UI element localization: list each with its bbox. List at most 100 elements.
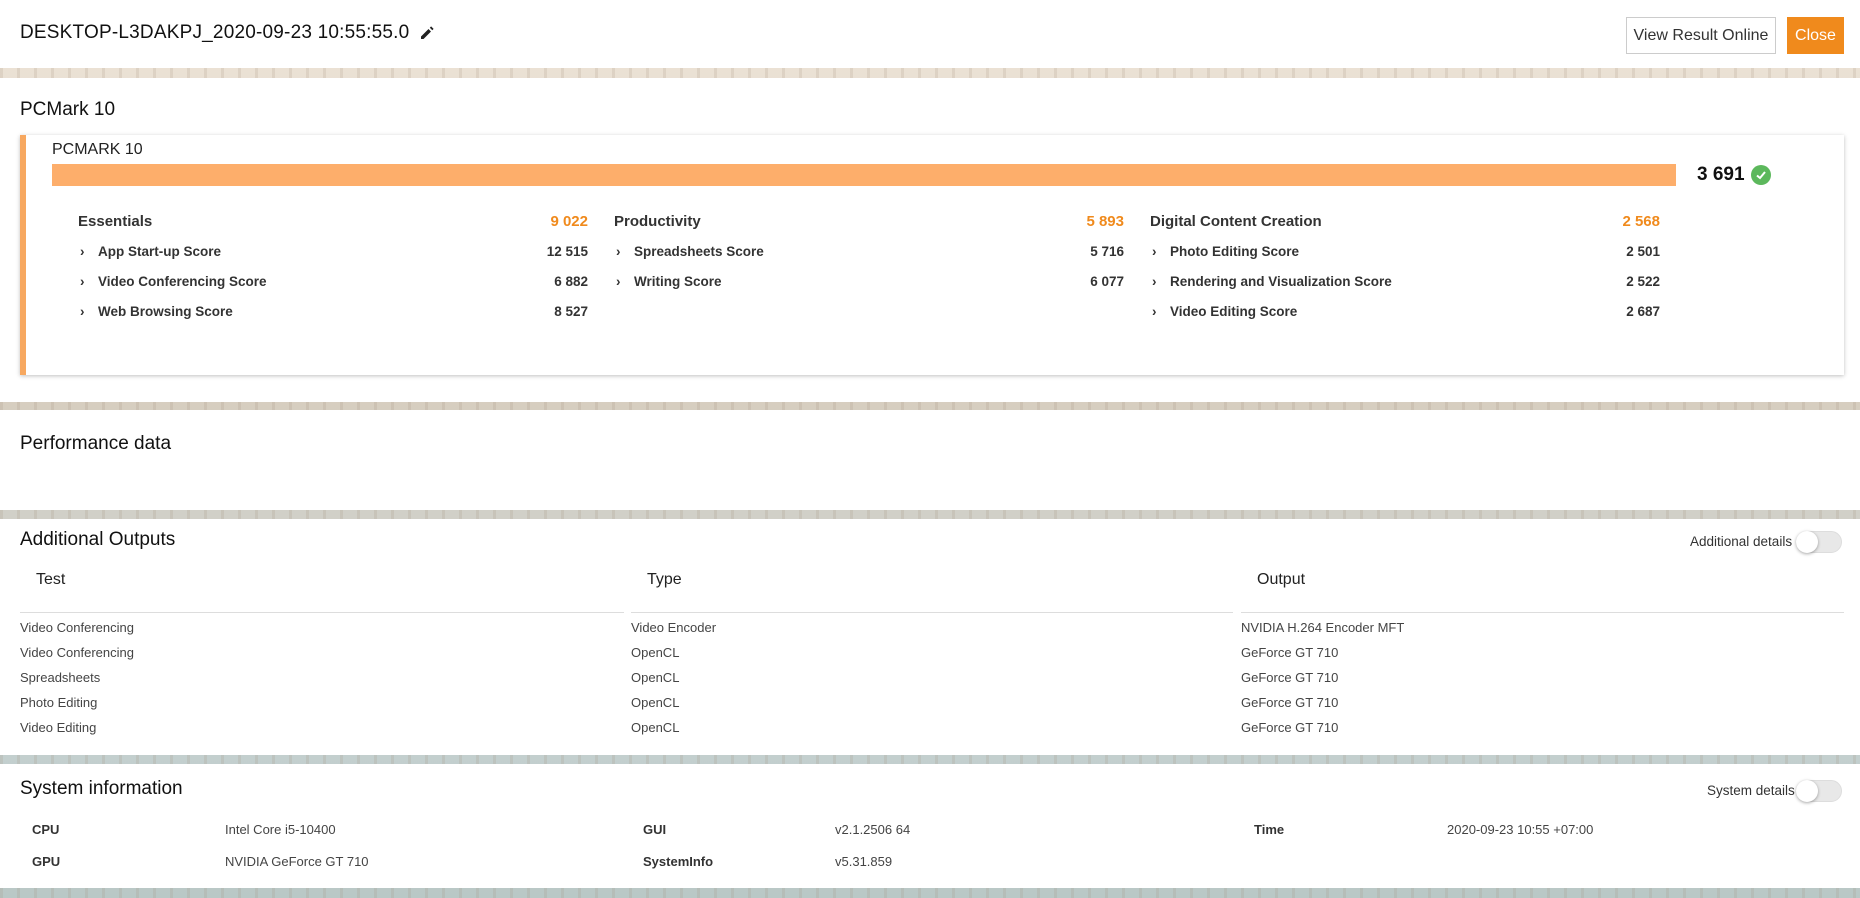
test-row[interactable]: › Photo Editing Score 2 501 — [1150, 237, 1660, 267]
table-row: Video Conferencing Video Encoder NVIDIA H.… — [20, 620, 1840, 645]
chevron-right-icon: › — [616, 274, 621, 289]
benchmark-name: PCMARK 10 — [52, 141, 143, 158]
cell-test: Photo Editing — [20, 695, 98, 710]
test-row[interactable]: › Web Browsing Score 8 527 — [78, 297, 588, 327]
info-gpu: GPU NVIDIA GeForce GT 710 — [32, 854, 592, 872]
info-time: Time 2020-09-23 10:55 +07:00 — [1254, 822, 1814, 840]
section-title: Performance data — [20, 433, 172, 454]
test-label: Video Conferencing Score — [98, 274, 267, 289]
cell-test: Video Editing — [20, 720, 97, 735]
group-essentials: Essentials 9 022 › App Start-up Score 12 5… — [78, 213, 588, 327]
table-row: Video Editing OpenCL GeForce GT 710 — [20, 720, 1840, 745]
info-value: v5.31.859 — [835, 854, 893, 869]
chevron-right-icon: › — [1152, 244, 1157, 259]
test-value: 8 527 — [554, 304, 588, 319]
header-bar: DESKTOP-L3DAKPJ_2020-09-23 10:55:55.0 Vi… — [0, 0, 1860, 68]
table-row: Video Conferencing OpenCL GeForce GT 710 — [20, 645, 1840, 670]
total-score: 3 691 — [1697, 164, 1771, 186]
test-row[interactable]: › App Start-up Score 12 515 — [78, 237, 588, 267]
test-label: Spreadsheets Score — [634, 244, 764, 259]
toggle-knob — [1796, 780, 1818, 802]
test-label: Writing Score — [634, 274, 722, 289]
toggle-label: Additional details — [1690, 534, 1793, 549]
check-circle-icon — [1750, 165, 1771, 185]
section-title: Additional Outputs — [20, 529, 176, 550]
toggle-label: System details — [1707, 783, 1795, 798]
test-row[interactable]: › Video Editing Score 2 687 — [1150, 297, 1660, 327]
info-value: v2.1.2506 64 — [835, 822, 911, 837]
test-row[interactable]: › Rendering and Visualization Score 2 522 — [1150, 267, 1660, 297]
system-details-toggle[interactable] — [1796, 780, 1842, 802]
cell-output: GeForce GT 710 — [1241, 645, 1339, 660]
group-score: 9 022 — [550, 213, 588, 230]
pencil-edit-icon[interactable] — [419, 25, 435, 41]
title-wrap: DESKTOP-L3DAKPJ_2020-09-23 10:55:55.0 — [20, 22, 435, 44]
cell-type: OpenCL — [631, 670, 680, 685]
group-productivity: Productivity 5 893 › Spreadsheets Score 5 … — [614, 213, 1124, 297]
test-value: 5 716 — [1090, 244, 1124, 259]
performance-section: Performance data — [0, 410, 1860, 510]
info-key: GUI — [643, 822, 667, 837]
group-digital-content-creation: Digital Content Creation 2 568 › Photo Ed… — [1150, 213, 1660, 327]
benchmark-section: PCMark 10 PCMARK 10 3 691 Essentials 9 0… — [0, 78, 1860, 402]
score-card: PCMARK 10 3 691 Essentials 9 022 › App St… — [20, 135, 1844, 375]
system-section: System information System details CPU Int… — [0, 764, 1860, 888]
column-header: Test — [36, 571, 66, 588]
info-value: NVIDIA GeForce GT 710 — [225, 854, 369, 869]
section-title: PCMark 10 — [20, 99, 116, 120]
info-value: Intel Core i5-10400 — [225, 822, 336, 837]
cell-type: OpenCL — [631, 695, 680, 710]
section-title: System information — [20, 778, 183, 799]
info-key: GPU — [32, 854, 61, 869]
cell-output: NVIDIA H.264 Encoder MFT — [1241, 620, 1405, 635]
chevron-right-icon: › — [1152, 304, 1157, 319]
cell-test: Video Conferencing — [20, 645, 134, 660]
chevron-right-icon: › — [80, 244, 85, 259]
test-label: App Start-up Score — [98, 244, 222, 259]
cell-output: GeForce GT 710 — [1241, 670, 1339, 685]
view-result-online-button[interactable]: View Result Online — [1626, 17, 1776, 54]
chevron-right-icon: › — [80, 304, 85, 319]
chevron-right-icon: › — [616, 244, 621, 259]
cell-output: GeForce GT 710 — [1241, 720, 1339, 735]
test-row[interactable]: › Writing Score 6 077 — [614, 267, 1124, 297]
table-row: Spreadsheets OpenCL GeForce GT 710 — [20, 670, 1840, 695]
additional-details-toggle[interactable] — [1796, 531, 1842, 553]
info-systeminfo: SystemInfo v5.31.859 — [643, 854, 1203, 872]
header-divider — [631, 612, 1233, 613]
group-name: Essentials — [78, 213, 153, 230]
group-name: Digital Content Creation — [1150, 213, 1322, 230]
group-score: 2 568 — [1622, 213, 1660, 230]
table-row: Photo Editing OpenCL GeForce GT 710 — [20, 695, 1840, 720]
group-header: Essentials 9 022 — [78, 213, 588, 237]
chevron-right-icon: › — [1152, 274, 1157, 289]
test-value: 2 687 — [1626, 304, 1660, 319]
test-row[interactable]: › Spreadsheets Score 5 716 — [614, 237, 1124, 267]
info-cpu: CPU Intel Core i5-10400 — [32, 822, 592, 840]
cell-type: Video Encoder — [631, 620, 717, 635]
test-value: 2 501 — [1626, 244, 1660, 259]
test-value: 6 077 — [1090, 274, 1124, 289]
toggle-knob — [1796, 531, 1818, 553]
test-label: Photo Editing Score — [1170, 244, 1300, 259]
test-value: 6 882 — [554, 274, 588, 289]
test-value: 2 522 — [1626, 274, 1660, 289]
info-gui: GUI v2.1.2506 64 — [643, 822, 1203, 840]
group-header: Productivity 5 893 — [614, 213, 1124, 237]
column-header: Type — [647, 571, 682, 588]
close-button[interactable]: Close — [1787, 17, 1844, 54]
group-header: Digital Content Creation 2 568 — [1150, 213, 1660, 237]
test-value: 12 515 — [546, 244, 588, 259]
total-score-value: 3 691 — [1697, 164, 1745, 185]
test-label: Web Browsing Score — [98, 304, 233, 319]
result-title: DESKTOP-L3DAKPJ_2020-09-23 10:55:55.0 — [20, 22, 410, 43]
cell-test: Video Conferencing — [20, 620, 134, 635]
test-label: Rendering and Visualization Score — [1170, 274, 1392, 289]
cell-test: Spreadsheets — [20, 670, 101, 685]
test-row[interactable]: › Video Conferencing Score 6 882 — [78, 267, 588, 297]
header-divider — [1241, 612, 1844, 613]
header-divider — [20, 612, 624, 613]
score-bar — [52, 164, 1676, 186]
group-score: 5 893 — [1086, 213, 1124, 230]
test-label: Video Editing Score — [1170, 304, 1298, 319]
